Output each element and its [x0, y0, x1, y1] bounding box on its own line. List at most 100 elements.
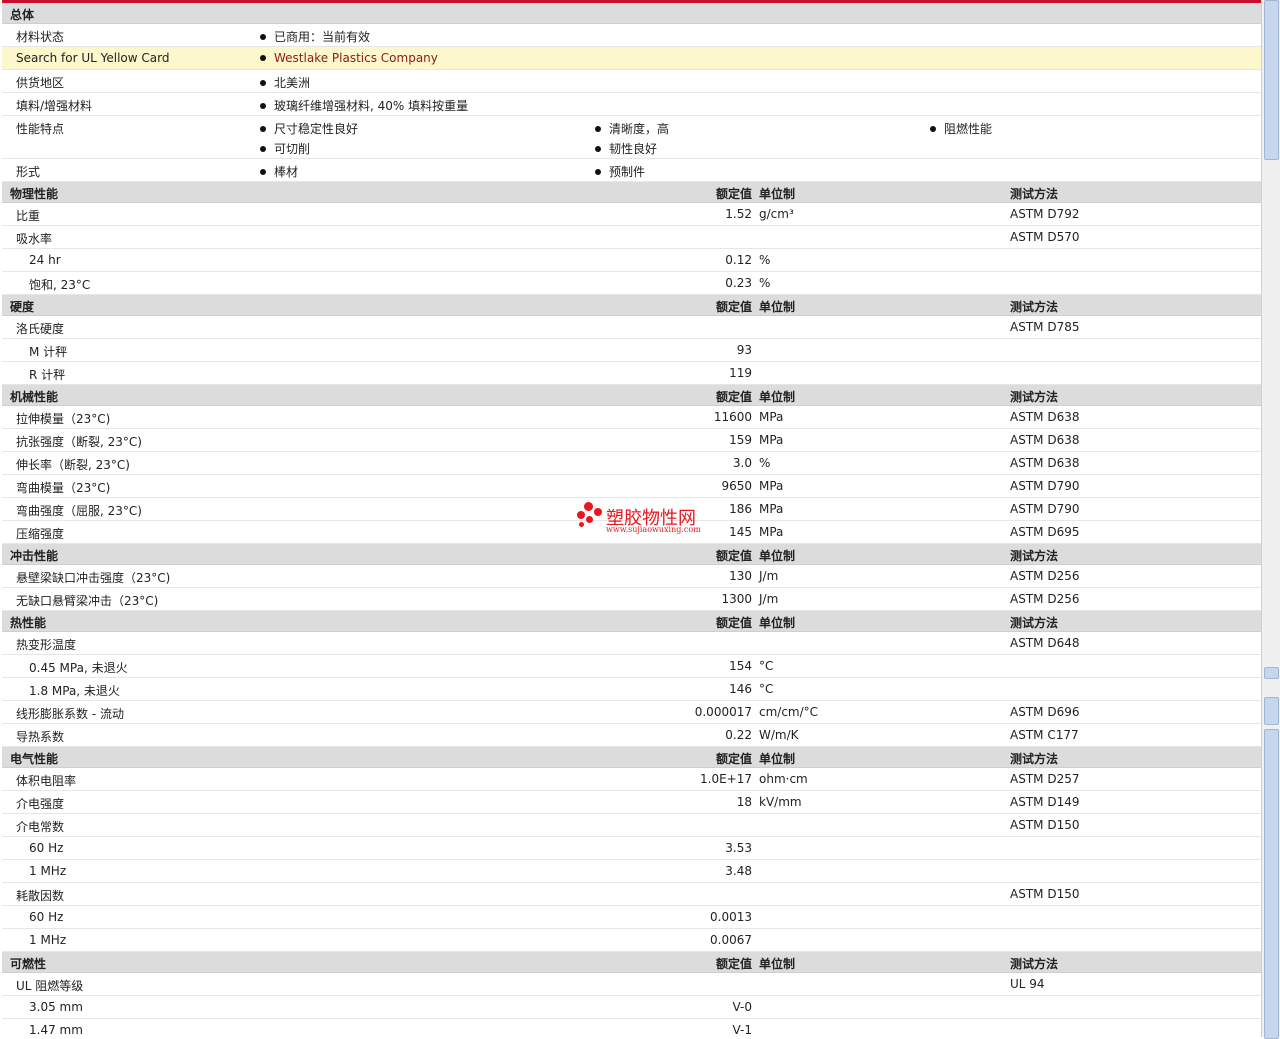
row-label: 性能特点 [16, 122, 65, 136]
header-method: 测试方法 [1010, 300, 1059, 314]
bullet-item: 已商用：当前有效 [260, 28, 370, 45]
test-method: ASTM D638 [1010, 456, 1080, 470]
property-row: 饱和, 23°C 0.23% [2, 272, 1261, 295]
section-title: 电气性能 [10, 752, 59, 766]
header-method: 测试方法 [1010, 616, 1059, 630]
header-value: 额定值 [715, 616, 752, 630]
section-title: 硬度 [10, 300, 35, 314]
property-value: 1.0E+17 [700, 772, 752, 786]
property-value: 9650 [721, 479, 752, 493]
property-row: 1 MHz 3.48 [2, 860, 1261, 883]
property-section: 电气性能 额定值 单位制 测试方法 体积电阻率 1.0E+17 ohm·cm ASTM D25… [2, 747, 1261, 952]
header-unit: 单位制 [759, 549, 796, 563]
section-title: 总体 [10, 8, 35, 22]
section-title: 机械性能 [10, 390, 59, 404]
scrollbar-marker [1264, 667, 1279, 679]
section-title: 热性能 [10, 616, 47, 630]
property-row: 60 Hz 0.0013 [2, 906, 1261, 929]
section-header: 机械性能 额定值 单位制 测试方法 [2, 385, 1261, 406]
test-method: ASTM D792 [1010, 207, 1080, 221]
property-row: 耗散因数 ASTM D150 [2, 883, 1261, 906]
property-value: 11600 [713, 410, 752, 424]
bullet-icon [260, 54, 266, 61]
vertical-scrollbar[interactable] [1261, 0, 1280, 1039]
bullet-icon [260, 125, 266, 132]
test-method: ASTM D638 [1010, 410, 1080, 424]
test-method: ASTM D790 [1010, 502, 1080, 516]
property-value: 154 [729, 659, 752, 673]
bullet-icon [260, 33, 266, 40]
property-label: 弯曲强度（屈服, 23°C) [16, 504, 142, 518]
property-label: 导热系数 [16, 730, 65, 744]
test-method: ASTM D638 [1010, 433, 1080, 447]
property-value: 159 [729, 433, 752, 447]
property-unit: °C [759, 682, 774, 696]
property-row: 悬壁梁缺口冲击强度（23°C) 130 J/m ASTM D256 [2, 565, 1261, 588]
section-header: 冲击性能 额定值 单位制 测试方法 [2, 544, 1261, 565]
general-row: Search for UL Yellow Card Westlake Plasti… [2, 47, 1261, 70]
property-row: 抗张强度（断裂, 23°C) 159 MPa ASTM D638 [2, 429, 1261, 452]
property-label: 1.47 mm [29, 1023, 83, 1037]
header-method: 测试方法 [1010, 549, 1059, 563]
property-row: 弯曲模量（23°C) 9650 MPa ASTM D790 [2, 475, 1261, 498]
header-unit: 单位制 [759, 390, 796, 404]
bullet-text: 清晰度，高 [609, 122, 670, 136]
property-value: 3.48 [725, 864, 752, 878]
property-value: 0.12 [725, 253, 752, 267]
bullet-icon [260, 102, 266, 109]
property-value: V-1 [732, 1023, 752, 1037]
property-label: 1.8 MPa, 未退火 [29, 684, 120, 698]
property-label: 24 hr [29, 253, 61, 267]
property-row: R 计秤 119 [2, 362, 1261, 385]
property-unit: MPa [759, 479, 784, 493]
header-method: 测试方法 [1010, 390, 1059, 404]
general-row: 形式 棒材 预制件 [2, 159, 1261, 182]
property-row: 60 Hz 3.53 [2, 837, 1261, 860]
property-value: 0.23 [725, 276, 752, 290]
section-title: 物理性能 [10, 187, 59, 201]
property-row: UL 阻燃等级 UL 94 [2, 973, 1261, 996]
scrollbar-thumb[interactable] [1264, 0, 1279, 160]
header-value: 额定值 [715, 957, 752, 971]
property-row: 体积电阻率 1.0E+17 ohm·cm ASTM D257 [2, 768, 1261, 791]
property-row: 介电常数 ASTM D150 [2, 814, 1261, 837]
property-unit: % [759, 276, 771, 290]
property-row: 0.45 MPa, 未退火 154 °C [2, 655, 1261, 678]
property-row: 伸长率（断裂, 23°C) 3.0% ASTM D638 [2, 452, 1261, 475]
watermark-url: www.sujiaowuxing.com [606, 525, 701, 534]
property-section: 热性能 额定值 单位制 测试方法 热变形温度 ASTM D648 0.45 MPa, 未退火… [2, 611, 1261, 747]
test-method: ASTM D695 [1010, 525, 1080, 539]
header-value: 额定值 [715, 752, 752, 766]
property-label: UL 阻燃等级 [16, 979, 84, 993]
property-value: 145 [729, 525, 752, 539]
property-row: 比重 1.52 g/cm³ ASTM D792 [2, 203, 1261, 226]
company-link[interactable]: Westlake Plastics Company [274, 51, 438, 65]
general-row: 性能特点 尺寸稳定性良好 可切削 清晰度，高 韧性良好 阻燃性能 [2, 116, 1261, 159]
row-label: 形式 [16, 165, 41, 179]
property-value: 0.000017 [694, 705, 752, 719]
bullet-item[interactable]: Westlake Plastics Company [260, 51, 438, 65]
test-method: ASTM D696 [1010, 705, 1080, 719]
row-label: Search for UL Yellow Card [16, 51, 170, 65]
test-method: ASTM D150 [1010, 818, 1080, 832]
property-label: R 计秤 [29, 368, 66, 382]
header-unit: 单位制 [759, 752, 796, 766]
property-value: 18 [736, 795, 752, 809]
property-unit: °C [759, 659, 774, 673]
property-section: 硬度 额定值 单位制 测试方法 洛氏硬度 ASTM D785 M 计秤 93 R 计秤 119 [2, 295, 1261, 385]
row-label: 材料状态 [16, 30, 65, 44]
general-row: 供货地区 北美洲 [2, 70, 1261, 93]
property-label: 热变形温度 [16, 638, 77, 652]
section-header: 硬度 额定值 单位制 测试方法 [2, 295, 1261, 316]
property-label: 比重 [16, 209, 41, 223]
section-header-general: 总体 [2, 3, 1261, 24]
test-method: ASTM D256 [1010, 592, 1080, 606]
section-header: 热性能 额定值 单位制 测试方法 [2, 611, 1261, 632]
property-unit: % [759, 253, 771, 267]
property-unit: g/cm³ [759, 207, 794, 221]
bullet-item: 韧性良好 [595, 140, 657, 157]
property-label: 悬壁梁缺口冲击强度（23°C) [16, 571, 171, 585]
bullet-text: 北美洲 [274, 76, 311, 90]
row-label: 填料/增强材料 [16, 99, 93, 113]
test-method: ASTM D257 [1010, 772, 1080, 786]
